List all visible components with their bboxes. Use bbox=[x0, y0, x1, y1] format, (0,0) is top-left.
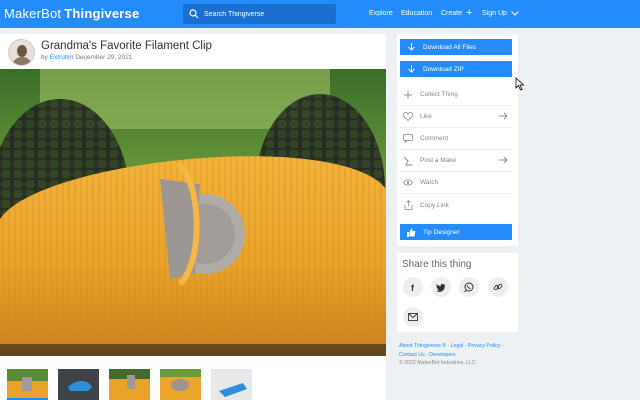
arrow-right-icon bbox=[499, 112, 508, 120]
thing-card: Grandma's Favorite Filament Clip by Extr… bbox=[0, 34, 386, 400]
thing-title: Grandma's Favorite Filament Clip bbox=[41, 40, 212, 52]
plus-icon bbox=[403, 90, 413, 100]
search-box[interactable] bbox=[183, 4, 336, 24]
make-icon bbox=[403, 156, 413, 166]
publish-date: December 29, 2021 bbox=[75, 54, 133, 61]
main-image[interactable] bbox=[0, 69, 386, 356]
footer-links: About Thingiverse ® · Legal · Privacy Po… bbox=[399, 342, 519, 368]
image-thumb-4[interactable] bbox=[160, 369, 201, 400]
heart-icon bbox=[403, 112, 413, 122]
thingiverse-logo[interactable]: MakerBot Thingiverse bbox=[4, 6, 139, 21]
post-a-make-button[interactable]: Post a Make bbox=[400, 150, 512, 172]
image-thumb-2[interactable] bbox=[58, 369, 99, 400]
like-label: Like bbox=[420, 113, 432, 120]
mouse-cursor-icon bbox=[515, 77, 525, 91]
nav-signup-label: Sign Up bbox=[482, 10, 507, 17]
search-input[interactable] bbox=[204, 10, 324, 18]
thumbs-up-icon bbox=[407, 228, 416, 237]
eye-icon bbox=[403, 178, 413, 188]
download-zip-button[interactable]: Download ZIP bbox=[400, 61, 512, 77]
post-a-make-label: Post a Make bbox=[420, 157, 457, 164]
comment-button[interactable]: Comment bbox=[400, 128, 512, 150]
share-icon bbox=[403, 200, 413, 210]
chevron-down-icon bbox=[511, 11, 519, 16]
footer-separator: · bbox=[500, 343, 504, 349]
download-all-files-button[interactable]: Download All Files bbox=[400, 39, 512, 55]
avatar[interactable] bbox=[8, 39, 35, 66]
tip-designer-label: Tip Designer bbox=[423, 228, 460, 236]
download-icon bbox=[408, 43, 415, 51]
watch-label: Watch bbox=[420, 179, 439, 186]
download-icon bbox=[408, 65, 415, 73]
svg-text:f: f bbox=[411, 283, 415, 292]
twitter-icon[interactable] bbox=[431, 277, 451, 297]
whatsapp-icon[interactable] bbox=[459, 277, 479, 297]
footer-line-2: Contact Us · Developers bbox=[399, 351, 519, 360]
nav-signup[interactable]: Sign Up bbox=[482, 10, 519, 17]
share-panel: Share this thing f bbox=[397, 253, 518, 332]
footer-line-1: About Thingiverse ® · Legal · Privacy Po… bbox=[399, 342, 519, 351]
plus-icon: + bbox=[466, 7, 473, 19]
image-thumb-5[interactable] bbox=[211, 369, 252, 400]
copy-link-button[interactable]: Copy Link bbox=[400, 194, 512, 216]
thing-actions-panel: Download All Files Download ZIP Collect … bbox=[397, 34, 518, 246]
nav-explore[interactable]: Explore bbox=[369, 10, 393, 17]
tip-designer-button[interactable]: Tip Designer bbox=[400, 224, 512, 240]
nav-create[interactable]: Create + bbox=[441, 7, 473, 19]
footer-privacy-link[interactable]: Privacy Policy bbox=[468, 343, 500, 349]
thing-byline: by Extrutim December 29, 2021 bbox=[41, 54, 132, 61]
nav-education[interactable]: Education bbox=[401, 10, 432, 17]
footer-developers-link[interactable]: Developers bbox=[429, 352, 455, 358]
share-title: Share this thing bbox=[402, 259, 472, 270]
footer-copyright: © 2022 MakerBot Industries, LLC bbox=[399, 360, 476, 366]
collect-thing-label: Collect Thing bbox=[420, 91, 458, 98]
download-zip-label: Download ZIP bbox=[423, 65, 464, 73]
image-thumb-3[interactable] bbox=[109, 369, 150, 400]
email-icon[interactable] bbox=[403, 307, 423, 327]
search-icon bbox=[189, 9, 199, 19]
like-button[interactable]: Like bbox=[400, 106, 512, 128]
copy-link-label: Copy Link bbox=[420, 201, 449, 209]
logo-makerbot-text: MakerBot bbox=[4, 6, 62, 21]
link-icon[interactable] bbox=[488, 277, 508, 297]
top-navigation-bar: MakerBotThingiverse Explore Education Cr… bbox=[0, 0, 640, 28]
arrow-right-icon bbox=[499, 156, 508, 164]
author-link[interactable]: Extrutim bbox=[50, 54, 74, 61]
download-all-files-label: Download All Files bbox=[423, 43, 477, 51]
byline-by: by bbox=[41, 54, 48, 61]
watch-button[interactable]: Watch bbox=[400, 172, 512, 194]
logo-thingiverse-text: Thingiverse bbox=[64, 6, 140, 21]
comment-label: Comment bbox=[420, 135, 449, 142]
footer-contact-link[interactable]: Contact Us bbox=[399, 352, 425, 358]
nav-create-label: Create bbox=[441, 10, 463, 17]
image-thumb-1[interactable] bbox=[7, 369, 48, 400]
comment-icon bbox=[403, 134, 413, 144]
footer-about-link[interactable]: About Thingiverse ® bbox=[399, 343, 446, 349]
collect-thing-button[interactable]: Collect Thing bbox=[400, 84, 512, 106]
facebook-icon[interactable]: f bbox=[403, 277, 423, 297]
footer-legal-link[interactable]: Legal bbox=[451, 343, 464, 349]
